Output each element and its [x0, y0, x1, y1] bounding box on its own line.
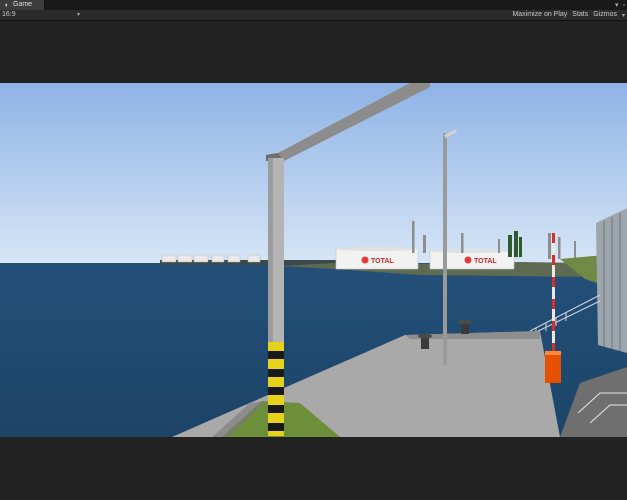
tab-game[interactable]: ◐ Game — [0, 0, 45, 10]
barrier-box — [545, 351, 561, 383]
aspect-ratio-dropdown[interactable]: 16:9 ▾ — [2, 10, 80, 20]
sky — [0, 83, 627, 265]
aspect-ratio-label: 16:9 — [2, 11, 16, 18]
game-toolbar: 16:9 ▾ Maximize on Play Stats Gizmos ▾ — [0, 10, 627, 21]
tab-game-label: Game — [13, 1, 33, 8]
brand-logo-icon — [464, 256, 472, 264]
game-viewport[interactable]: TOTAL TOTAL — [0, 83, 627, 437]
maximize-on-play-button[interactable]: Maximize on Play — [512, 10, 567, 20]
window-controls: ▾ ▫ — [615, 0, 625, 10]
brand-label-right: TOTAL — [474, 258, 497, 265]
game-scene: TOTAL TOTAL — [0, 83, 627, 437]
context-menu-icon[interactable]: ▾ — [615, 1, 619, 9]
chevron-down-icon: ▾ — [76, 12, 80, 18]
brand-tank-left: TOTAL — [335, 247, 419, 270]
maximize-icon[interactable]: ▫ — [623, 2, 625, 9]
brand-tank-right: TOTAL — [429, 249, 515, 270]
stats-button[interactable]: Stats — [572, 10, 588, 20]
tab-strip: ◐ Game ▾ ▫ — [0, 0, 627, 10]
brand-logo-icon — [361, 256, 369, 264]
toolbar-right: Maximize on Play Stats Gizmos ▾ — [512, 10, 625, 20]
gizmos-button[interactable]: Gizmos — [593, 10, 617, 20]
brand-label-left: TOTAL — [371, 258, 394, 265]
game-view-icon: ◐ — [4, 1, 10, 9]
gizmos-dropdown-icon[interactable]: ▾ — [622, 12, 625, 19]
